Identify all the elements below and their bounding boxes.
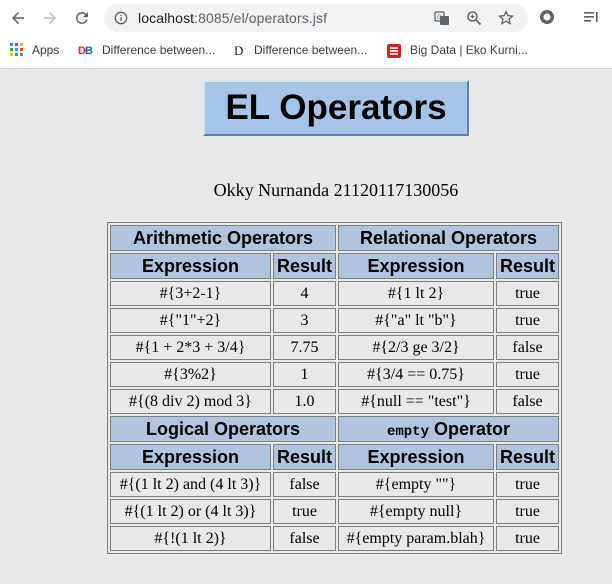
table-row: #{(1 lt 2) and (4 lt 3)} false #{empty "… [110, 472, 559, 497]
forward-button[interactable] [38, 6, 62, 30]
result-header: Result [273, 253, 336, 279]
result-header: Result [496, 253, 559, 279]
empty-section-label: Operator [428, 418, 511, 439]
logical-result: false [273, 472, 336, 497]
arrow-left-icon [12, 12, 24, 24]
bookmark-item[interactable]: DB Difference between... [78, 41, 215, 59]
relational-result: true [496, 308, 559, 333]
reload-button[interactable] [70, 6, 94, 30]
table-row: #{!(1 lt 2)} false #{empty param.blah} t… [110, 526, 559, 551]
apps-grid-icon [10, 43, 24, 57]
relational-expression: #{2/3 ge 3/2} [338, 335, 494, 360]
operators-table: Arithmetic Operators Relational Operator… [107, 222, 562, 554]
svg-text:D: D [234, 43, 243, 57]
svg-text:B: B [85, 45, 93, 57]
relational-expression: #{null == "test"} [338, 389, 494, 414]
relational-section-header: Relational Operators [338, 225, 559, 251]
browser-toolbar: localhost:8085/el/operators.jsf G [0, 0, 612, 36]
arithmetic-expression: #{3+2-1} [110, 281, 271, 306]
table-row: #{"1"+2} 3 #{"a" lt "b"} true [110, 308, 559, 333]
author-text: Okky Nurnanda 21120117130056 [213, 180, 459, 200]
back-button[interactable] [6, 6, 30, 30]
bookmark-item[interactable]: D Difference between... [232, 41, 367, 59]
arrow-right-icon [44, 12, 56, 24]
url-path: :8085/el/operators.jsf [194, 10, 328, 26]
bookmark-apps[interactable]: Apps [10, 41, 59, 59]
relational-result: false [496, 335, 559, 360]
expression-header: Expression [338, 444, 494, 470]
relational-result: false [496, 389, 559, 414]
relational-result: true [496, 281, 559, 306]
table-row: #{3+2-1} 4 #{1 lt 2} true [110, 281, 559, 306]
bookmark-label: Apps [32, 43, 60, 57]
info-icon[interactable] [114, 11, 128, 25]
logical-expression: #{(1 lt 2) or (4 lt 3)} [110, 499, 271, 524]
arithmetic-result: 4 [273, 281, 336, 306]
section-header-row: Logical Operators empty Operator [110, 416, 559, 442]
arithmetic-expression: #{(8 div 2) mod 3} [110, 389, 271, 414]
empty-section-header: empty Operator [338, 416, 559, 442]
url-text[interactable]: localhost:8085/el/operators.jsf [138, 10, 327, 26]
column-header-row: Expression Result Expression Result [110, 444, 559, 470]
column-header-row: Expression Result Expression Result [110, 253, 559, 279]
browser-chrome: localhost:8085/el/operators.jsf G Apps D… [0, 0, 612, 69]
bookmarks-bar: Apps DB Difference between... D Differen… [0, 37, 612, 63]
bookmark-label: Difference between... [102, 43, 216, 57]
logical-expression: #{!(1 lt 2)} [110, 526, 271, 551]
reload-icon [75, 11, 88, 24]
arithmetic-expression: #{"1"+2} [110, 308, 271, 333]
relational-expression: #{"a" lt "b"} [338, 308, 494, 333]
section-header-row: Arithmetic Operators Relational Operator… [110, 225, 559, 251]
relational-expression: #{1 lt 2} [338, 281, 494, 306]
empty-result: true [496, 472, 559, 497]
arithmetic-expression: #{3%2} [110, 362, 271, 387]
arithmetic-section-header: Arithmetic Operators [110, 225, 336, 251]
table-row: #{(1 lt 2) or (4 lt 3)} true #{empty nul… [110, 499, 559, 524]
extension-icon[interactable] [538, 8, 556, 26]
logical-expression: #{(1 lt 2) and (4 lt 3)} [110, 472, 271, 497]
arithmetic-expression: #{1 + 2*3 + 3/4} [110, 335, 271, 360]
address-bar[interactable]: localhost:8085/el/operators.jsf G [104, 4, 528, 32]
bookmark-item[interactable]: Big Data | Eko Kurni... [386, 41, 528, 59]
table-row: #{3%2} 1 #{3/4 == 0.75} true [110, 362, 559, 387]
site-favicon-icon [386, 43, 402, 58]
result-header: Result [273, 444, 336, 470]
arithmetic-result: 1.0 [273, 389, 336, 414]
empty-result: true [496, 526, 559, 551]
table-row: #{(8 div 2) mod 3} 1.0 #{null == "test"}… [110, 389, 559, 414]
empty-keyword: empty [386, 423, 429, 440]
menu-list-icon[interactable] [582, 8, 600, 26]
relational-result: true [496, 362, 559, 387]
expression-header: Expression [110, 444, 271, 470]
table-row: #{1 + 2*3 + 3/4} 7.75 #{2/3 ge 3/2} fals… [110, 335, 559, 360]
db-favicon-icon: DB [78, 43, 94, 57]
empty-expression: #{empty ""} [338, 472, 494, 497]
logical-result: true [273, 499, 336, 524]
star-icon[interactable] [498, 10, 514, 26]
relational-expression: #{3/4 == 0.75} [338, 362, 494, 387]
empty-result: true [496, 499, 559, 524]
page-title-box: EL Operators [203, 80, 469, 136]
zoom-icon[interactable] [466, 10, 482, 26]
url-host: localhost [138, 10, 195, 26]
translate-icon[interactable]: G [434, 10, 450, 26]
empty-expression: #{empty null} [338, 499, 494, 524]
bookmark-label: Big Data | Eko Kurni... [410, 43, 528, 57]
expression-header: Expression [110, 253, 271, 279]
logical-section-header: Logical Operators [110, 416, 336, 442]
d-favicon-icon: D [232, 43, 246, 58]
result-header: Result [496, 444, 559, 470]
empty-expression: #{empty param.blah} [338, 526, 494, 551]
bookmark-label: Difference between... [254, 43, 368, 57]
svg-text:G: G [437, 15, 442, 21]
page-title: EL Operators [225, 88, 447, 127]
arithmetic-result: 3 [273, 308, 336, 333]
expression-header: Expression [338, 253, 494, 279]
arithmetic-result: 7.75 [273, 335, 336, 360]
logical-result: false [273, 526, 336, 551]
arithmetic-result: 1 [273, 362, 336, 387]
